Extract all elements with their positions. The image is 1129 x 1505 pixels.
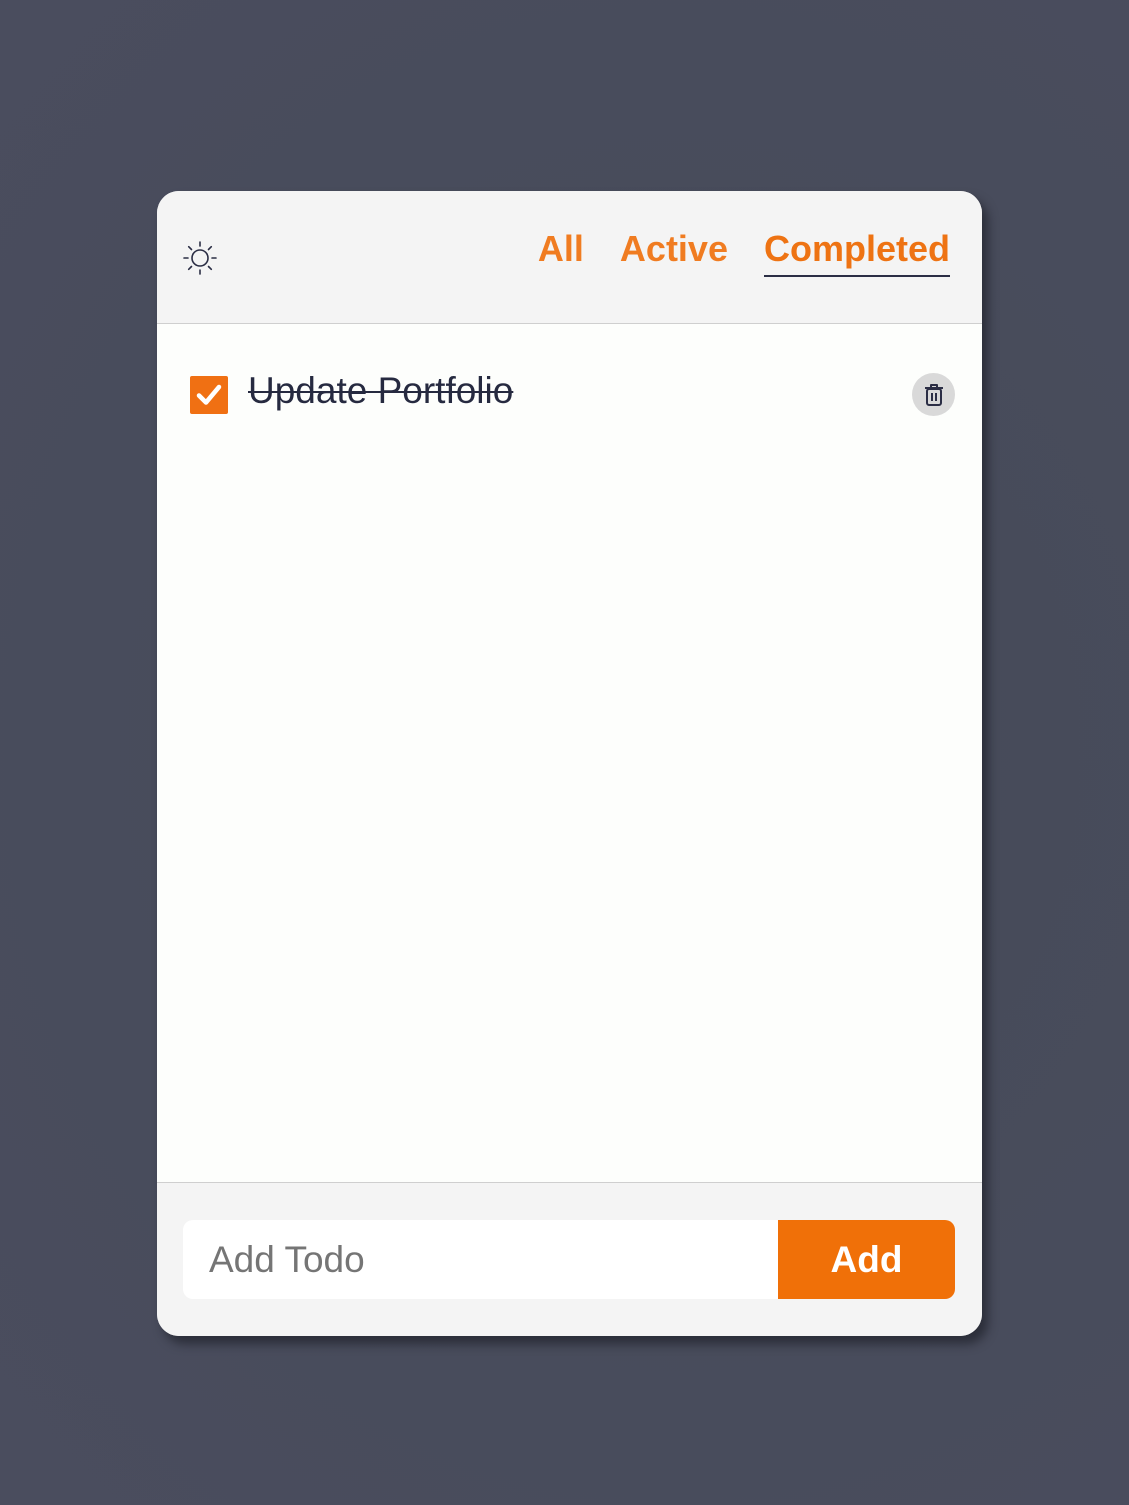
todo-item: Update Portfolio [190, 370, 955, 420]
add-todo-input[interactable] [183, 1220, 778, 1299]
todo-checkbox[interactable] [190, 376, 228, 414]
filter-tabs: All Active Completed [538, 229, 950, 277]
trash-icon [924, 383, 943, 406]
theme-toggle-button[interactable] [181, 239, 219, 277]
delete-todo-button[interactable] [912, 373, 955, 416]
sun-icon [183, 241, 217, 275]
todo-app-card: All Active Completed Update Portfolio Ad… [157, 191, 982, 1336]
header: All Active Completed [157, 191, 982, 324]
todo-text: Update Portfolio [248, 370, 514, 411]
tab-active[interactable]: Active [620, 229, 728, 277]
add-button[interactable]: Add [778, 1220, 955, 1299]
checkmark-icon [196, 384, 222, 405]
todo-list: Update Portfolio [157, 324, 982, 1183]
tab-all[interactable]: All [538, 229, 584, 277]
tab-completed[interactable]: Completed [763, 229, 950, 277]
add-todo-footer: Add [157, 1183, 982, 1336]
